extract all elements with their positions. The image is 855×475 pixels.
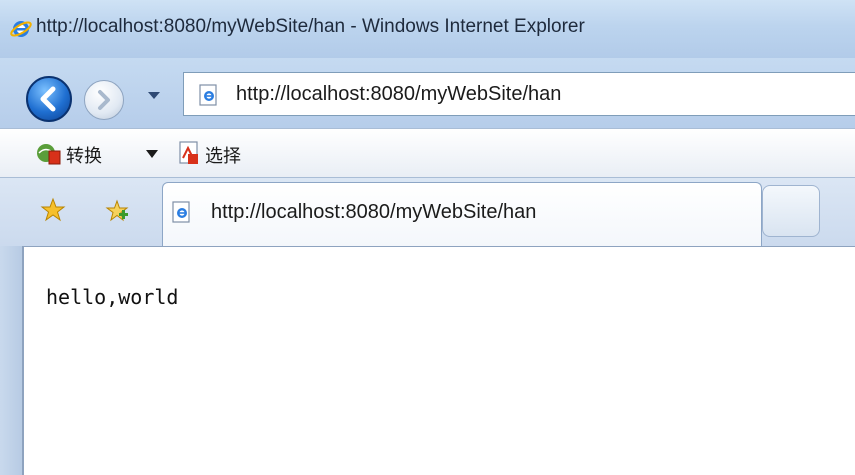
address-bar[interactable]: http://localhost:8080/myWebSite/han bbox=[183, 72, 855, 116]
add-favorites-icon[interactable] bbox=[104, 198, 130, 224]
convert-dropdown-arrow[interactable] bbox=[146, 150, 158, 158]
convert-icon bbox=[37, 144, 61, 165]
left-window-frame bbox=[0, 246, 22, 475]
tab-label: http://localhost:8080/myWebSite/han bbox=[211, 201, 537, 223]
page-icon bbox=[199, 84, 217, 106]
browser-window: http://localhost:8080/myWebSite/han - Wi… bbox=[0, 0, 855, 475]
history-dropdown-button[interactable] bbox=[148, 92, 160, 99]
select-icon bbox=[179, 141, 198, 164]
back-arrow-icon bbox=[40, 86, 56, 112]
ie-logo-icon bbox=[10, 21, 32, 37]
forward-arrow-icon bbox=[98, 90, 110, 110]
tab-page-icon bbox=[172, 201, 190, 223]
page-content bbox=[22, 246, 855, 475]
new-tab-button[interactable] bbox=[762, 185, 820, 237]
favorites-star-icon[interactable] bbox=[40, 197, 66, 223]
select-button[interactable]: 选择 bbox=[205, 142, 241, 168]
page-body-text: hello,world bbox=[46, 285, 179, 309]
convert-button[interactable]: 转换 bbox=[66, 142, 102, 168]
tab-current-page[interactable]: http://localhost:8080/myWebSite/han bbox=[162, 182, 762, 246]
back-button[interactable] bbox=[26, 76, 72, 122]
window-title: http://localhost:8080/myWebSite/han - Wi… bbox=[36, 16, 585, 37]
forward-button[interactable] bbox=[84, 80, 124, 120]
address-url[interactable]: http://localhost:8080/myWebSite/han bbox=[236, 83, 561, 106]
command-bar bbox=[0, 128, 855, 178]
